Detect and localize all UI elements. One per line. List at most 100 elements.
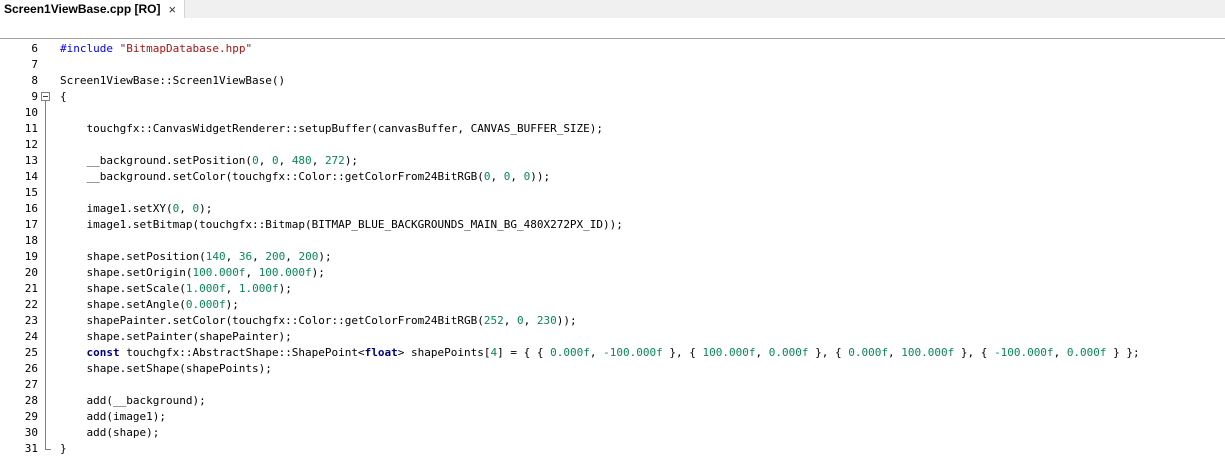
code-token: #include bbox=[60, 42, 120, 55]
code-line[interactable]: add(shape); bbox=[60, 425, 159, 441]
code-token: }, { bbox=[662, 346, 703, 359]
code-token: 0 bbox=[516, 314, 524, 327]
code-line[interactable]: add(image1); bbox=[60, 409, 165, 425]
code-token: , bbox=[503, 314, 517, 327]
code-token: ); bbox=[225, 298, 239, 311]
code-token: > shapePoints[ bbox=[397, 346, 491, 359]
code-token: , bbox=[755, 346, 769, 359]
line-number: 18 bbox=[24, 234, 38, 247]
code-token: shape.setScale( bbox=[60, 282, 186, 295]
line-number: 26 bbox=[24, 362, 38, 375]
code-token: -100.000f bbox=[603, 346, 663, 359]
code-token: Screen1ViewBase::Screen1ViewBase() bbox=[60, 74, 286, 87]
code-line[interactable]: shape.setAngle(0.000f); bbox=[60, 297, 239, 313]
code-token: ); bbox=[199, 202, 213, 215]
code-token: , bbox=[589, 346, 604, 359]
code-line[interactable]: __background.setColor(touchgfx::Color::g… bbox=[60, 169, 550, 185]
code-line[interactable]: } bbox=[60, 441, 67, 457]
code-token: 0 bbox=[271, 154, 279, 167]
code-token: -100.000f bbox=[993, 346, 1054, 359]
line-number: 23 bbox=[24, 314, 38, 327]
code-token: 140 bbox=[205, 250, 226, 263]
line-number: 21 bbox=[24, 282, 38, 295]
code-line[interactable]: const touchgfx::AbstractShape::ShapePoin… bbox=[60, 345, 1140, 361]
code-token: 480 bbox=[291, 154, 312, 167]
code-token: ] = { { bbox=[497, 346, 551, 359]
code-token: touchgfx::CanvasWidgetRenderer::setupBuf… bbox=[60, 122, 604, 135]
code-token: 36 bbox=[238, 250, 253, 263]
code-line[interactable]: { bbox=[60, 89, 67, 105]
code-line[interactable]: shape.setOrigin(100.000f, 100.000f); bbox=[60, 265, 324, 281]
code-token: shape.setShape(shapePoints); bbox=[60, 362, 272, 375]
fold-range-line bbox=[45, 101, 46, 449]
code-line[interactable]: add(__background); bbox=[60, 393, 206, 409]
line-number: 31 bbox=[24, 442, 38, 455]
line-number: 8 bbox=[31, 74, 38, 87]
code-token: shapePainter.setColor(touchgfx::Color::g… bbox=[60, 314, 484, 327]
code-token: , bbox=[887, 346, 902, 359]
code-token: "BitmapDatabase.hpp" bbox=[119, 42, 253, 55]
code-token: , bbox=[245, 266, 259, 279]
code-token: ); bbox=[318, 250, 332, 263]
code-token: 0.000f bbox=[848, 346, 888, 359]
code-line[interactable]: touchgfx::CanvasWidgetRenderer::setupBuf… bbox=[60, 121, 603, 137]
code-token: shape.setPainter(shapePainter); bbox=[60, 330, 292, 343]
tab-bar: Screen1ViewBase.cpp [RO] × bbox=[0, 0, 1225, 19]
code-token: } bbox=[60, 442, 67, 455]
code-line[interactable]: shape.setPainter(shapePainter); bbox=[60, 329, 292, 345]
code-line[interactable]: image1.setBitmap(touchgfx::Bitmap(BITMAP… bbox=[60, 217, 622, 233]
code-token: add(__background); bbox=[60, 394, 206, 407]
code-line[interactable]: __background.setPosition(0, 0, 480, 272)… bbox=[60, 153, 358, 169]
code-line[interactable]: shape.setPosition(140, 36, 200, 200); bbox=[60, 249, 332, 265]
code-token: ); bbox=[344, 154, 359, 167]
code-token: , bbox=[258, 154, 272, 167]
code-token: , bbox=[252, 250, 266, 263]
code-token: 0.000f bbox=[550, 346, 590, 359]
code-token: }, { bbox=[954, 346, 994, 359]
code-token: __background.setPosition( bbox=[60, 154, 253, 167]
code-token: 0.000f bbox=[768, 346, 809, 359]
code-line[interactable]: image1.setXY(0, 0); bbox=[60, 201, 212, 217]
code-line[interactable]: shape.setScale(1.000f, 1.000f); bbox=[60, 281, 292, 297]
code-line[interactable]: shapePainter.setColor(touchgfx::Color::g… bbox=[60, 313, 577, 329]
code-token: const bbox=[86, 346, 120, 359]
code-token: touchgfx::AbstractShape::ShapePoint< bbox=[119, 346, 365, 359]
fold-margin bbox=[40, 39, 52, 460]
line-number: 22 bbox=[24, 298, 38, 311]
close-icon[interactable]: × bbox=[169, 3, 177, 16]
code-token: )); bbox=[556, 314, 577, 327]
line-number: 6 bbox=[31, 42, 38, 55]
line-number: 17 bbox=[24, 218, 38, 231]
code-text-area[interactable]: #include "BitmapDatabase.hpp" Screen1View… bbox=[60, 39, 1225, 460]
code-token: }, { bbox=[808, 346, 849, 359]
code-token: , bbox=[1053, 346, 1067, 359]
fold-collapse-icon[interactable] bbox=[41, 92, 50, 101]
code-line[interactable]: Screen1ViewBase::Screen1ViewBase() bbox=[60, 73, 285, 89]
code-token: 0 bbox=[252, 154, 259, 167]
code-line[interactable]: shape.setShape(shapePoints); bbox=[60, 361, 272, 377]
code-token: ); bbox=[278, 282, 292, 295]
line-number: 30 bbox=[24, 426, 38, 439]
code-token: , bbox=[523, 314, 537, 327]
code-token: shape.setOrigin( bbox=[60, 266, 193, 279]
code-token: 230 bbox=[536, 314, 557, 327]
code-editor[interactable]: 6 7 8 9 10 11 12 13 14 15 16 17 18 19 20 21 22 23 24 25 26 27… bbox=[0, 38, 1225, 460]
code-token: float bbox=[364, 346, 398, 359]
fold-end-marker bbox=[45, 449, 51, 450]
code-token: , bbox=[490, 170, 504, 183]
editor-window: Screen1ViewBase.cpp [RO] × 6 7 8 9 10 11 12 13 1… bbox=[0, 0, 1225, 460]
code-token: , bbox=[510, 170, 524, 183]
tab-label: Screen1ViewBase.cpp [RO] bbox=[4, 2, 161, 16]
line-number: 7 bbox=[31, 58, 38, 71]
code-token: 100.000f bbox=[192, 266, 246, 279]
line-number: 29 bbox=[24, 410, 38, 423]
tab-screen1viewbase-cpp[interactable]: Screen1ViewBase.cpp [RO] × bbox=[0, 0, 186, 18]
code-token: , bbox=[225, 282, 239, 295]
line-number: 10 bbox=[24, 106, 38, 119]
line-number-gutter: 6 7 8 9 10 11 12 13 14 15 16 17 18 19 20 21 22 23 24 25 26 27… bbox=[0, 39, 52, 460]
code-token: , bbox=[278, 154, 292, 167]
line-number: 16 bbox=[24, 202, 38, 215]
code-line[interactable]: #include "BitmapDatabase.hpp" bbox=[60, 41, 252, 57]
line-number: 28 bbox=[24, 394, 38, 407]
